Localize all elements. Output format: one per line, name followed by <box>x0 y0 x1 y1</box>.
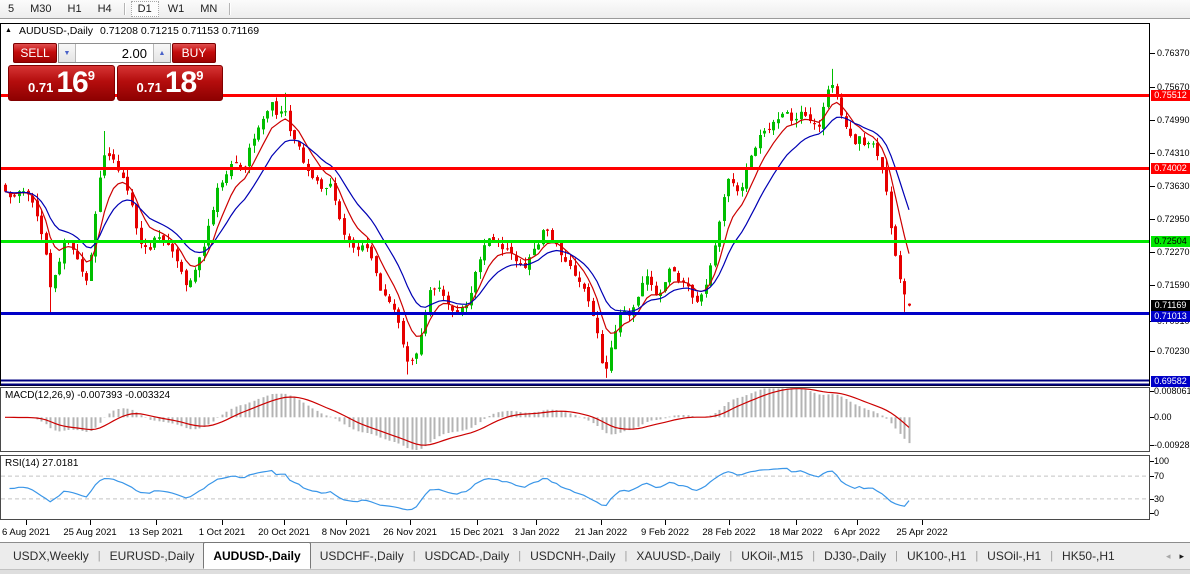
buy-price-sup: 9 <box>196 67 204 83</box>
chart-tab-hk50-h1[interactable]: HK50-,H1 <box>1053 544 1124 568</box>
chart-tab-eurusd-daily[interactable]: EURUSD-,Daily <box>101 544 204 568</box>
rsi-label: RSI(14) 27.0181 <box>5 458 79 469</box>
indicator-tick-label: 100 <box>1154 456 1170 466</box>
price-level-badge: 0.72504 <box>1151 235 1190 247</box>
chart-header: ▲ AUDUSD-,Daily 0.71208 0.71215 0.71153 … <box>5 25 259 37</box>
price-level-badge: 0.75512 <box>1151 89 1190 101</box>
price-tick-label: 0.72950 <box>1157 214 1190 224</box>
price-tick-label: 0.73630 <box>1157 181 1190 191</box>
indicator-tick-label: 30 <box>1154 494 1165 504</box>
chart-tab-uk100-h1[interactable]: UK100-,H1 <box>898 544 975 568</box>
timeframe-button-H1[interactable]: H1 <box>61 1 89 17</box>
indicator-tick-label: 0 <box>1154 508 1160 518</box>
date-tick-label: 18 Mar 2022 <box>769 527 823 538</box>
chart-symbol-label: AUDUSD-,Daily <box>18 25 94 37</box>
tabbar-bottom-strip <box>0 569 1190 574</box>
date-tick-label: 26 Nov 2021 <box>383 527 437 538</box>
chart-tab-bar: USDX,Weekly | EURUSD-,Daily AUDUSD-,Daily US… <box>0 542 1190 569</box>
sell-button[interactable]: SELL <box>13 43 57 63</box>
chart-tab-usdchf-daily[interactable]: USDCHF-,Daily <box>311 544 413 568</box>
price-tick-label: 0.71590 <box>1157 280 1190 290</box>
price-level-badge: 0.74002 <box>1151 162 1190 174</box>
timeframe-button-W1[interactable]: W1 <box>161 1 192 17</box>
chart-tab-usdx-weekly[interactable]: USDX,Weekly <box>4 544 98 568</box>
date-tick-label: 6 Apr 2022 <box>834 527 880 538</box>
chart-tab-audusd-daily[interactable]: AUDUSD-,Daily <box>203 542 311 569</box>
date-tick-label: 9 Feb 2022 <box>640 527 690 538</box>
date-tick-label: 3 Jan 2022 <box>512 527 560 538</box>
indicator-tick-label: 70 <box>1154 471 1165 481</box>
date-tick-label: 25 Aug 2021 <box>63 527 117 538</box>
indicator-tick-label: 0.00 <box>1154 412 1172 422</box>
macd-label: MACD(12,26,9) -0.007393 -0.003324 <box>5 390 171 401</box>
date-tick-label: 21 Jan 2022 <box>574 527 628 538</box>
timeframe-button-5[interactable]: 5 <box>1 1 21 17</box>
one-click-trading-panel: SELL ▼ ▲ BUY 0.71 16 9 0.71 18 9 <box>8 43 223 101</box>
sell-price-prefix: 0.71 <box>28 80 54 95</box>
timeframe-button-H4[interactable]: H4 <box>91 1 119 17</box>
date-tick-label: 1 Oct 2021 <box>198 527 246 538</box>
chart-tab-xauusd-daily[interactable]: XAUUSD-,Daily <box>627 544 729 568</box>
price-tick-label: 0.76370 <box>1157 48 1190 58</box>
date-tick-label: 25 Apr 2022 <box>896 527 948 538</box>
chart-ohlc-values: 0.71208 0.71215 0.71153 0.71169 <box>100 25 260 37</box>
price-tick-label: 0.74310 <box>1157 148 1190 158</box>
volume-decrease-button[interactable]: ▼ <box>59 44 76 62</box>
indicator-tick-label: -0.009286 <box>1154 440 1190 450</box>
timeframe-button-MN[interactable]: MN <box>193 1 224 17</box>
timeframe-button-M30[interactable]: M30 <box>23 1 58 17</box>
timeframe-button-D1[interactable]: D1 <box>130 1 159 17</box>
chart-tab-usoil-h1[interactable]: USOil-,H1 <box>978 544 1050 568</box>
sell-price-sup: 9 <box>87 67 95 83</box>
chart-tab-dj30-daily[interactable]: DJ30-,Daily <box>815 544 895 568</box>
chart-tab-usdcnh-daily[interactable]: USDCNH-,Daily <box>521 544 624 568</box>
buy-price-big: 18 <box>164 66 197 99</box>
chart-tab-ukoil-m15[interactable]: UKOil-,M15 <box>732 544 812 568</box>
date-tick-label: 15 Dec 2021 <box>450 527 504 538</box>
date-tick-label: 28 Feb 2022 <box>702 527 756 538</box>
price-tick-label: 0.74990 <box>1157 115 1190 125</box>
price-level-badge: 0.69582 <box>1151 375 1190 387</box>
sell-price-big: 16 <box>56 66 88 99</box>
buy-price-prefix: 0.71 <box>136 80 162 95</box>
toolbar-separator <box>123 3 126 15</box>
indicator-tick-label: 0.008061 <box>1154 386 1190 396</box>
tab-scroll-left-icon[interactable]: ◂ <box>1166 551 1171 562</box>
sell-price-button[interactable]: 0.71 16 9 <box>8 65 115 101</box>
toolbar-separator <box>229 3 232 15</box>
timeframe-toolbar: 5 M30 H1 H4 D1 W1 MN <box>0 0 1190 19</box>
volume-input[interactable] <box>76 44 153 62</box>
price-level-badge: 0.71169 <box>1151 299 1190 311</box>
volume-stepper: ▼ ▲ <box>58 43 171 63</box>
collapse-arrow-icon[interactable]: ▲ <box>5 27 12 34</box>
buy-price-button[interactable]: 0.71 18 9 <box>117 65 223 101</box>
date-tick-label: 20 Oct 2021 <box>258 527 310 538</box>
date-tick-label: 8 Nov 2021 <box>321 527 371 538</box>
date-tick-label: 6 Aug 2021 <box>1 527 51 538</box>
date-tick-label: 13 Sep 2021 <box>129 527 183 538</box>
tab-scroll-arrows: ◂ ▸ <box>1166 551 1184 562</box>
up-arrow-icon: ▲ <box>158 49 166 57</box>
tab-scroll-right-icon[interactable]: ▸ <box>1179 551 1184 562</box>
down-arrow-icon: ▼ <box>63 49 71 57</box>
price-level-badge: 0.71013 <box>1151 310 1190 322</box>
buy-button[interactable]: BUY <box>172 43 216 63</box>
chart-tab-usdcad-daily[interactable]: USDCAD-,Daily <box>416 544 519 568</box>
price-tick-label: 0.72270 <box>1157 247 1190 257</box>
volume-increase-button[interactable]: ▲ <box>153 44 170 62</box>
price-tick-label: 0.70230 <box>1157 346 1190 356</box>
